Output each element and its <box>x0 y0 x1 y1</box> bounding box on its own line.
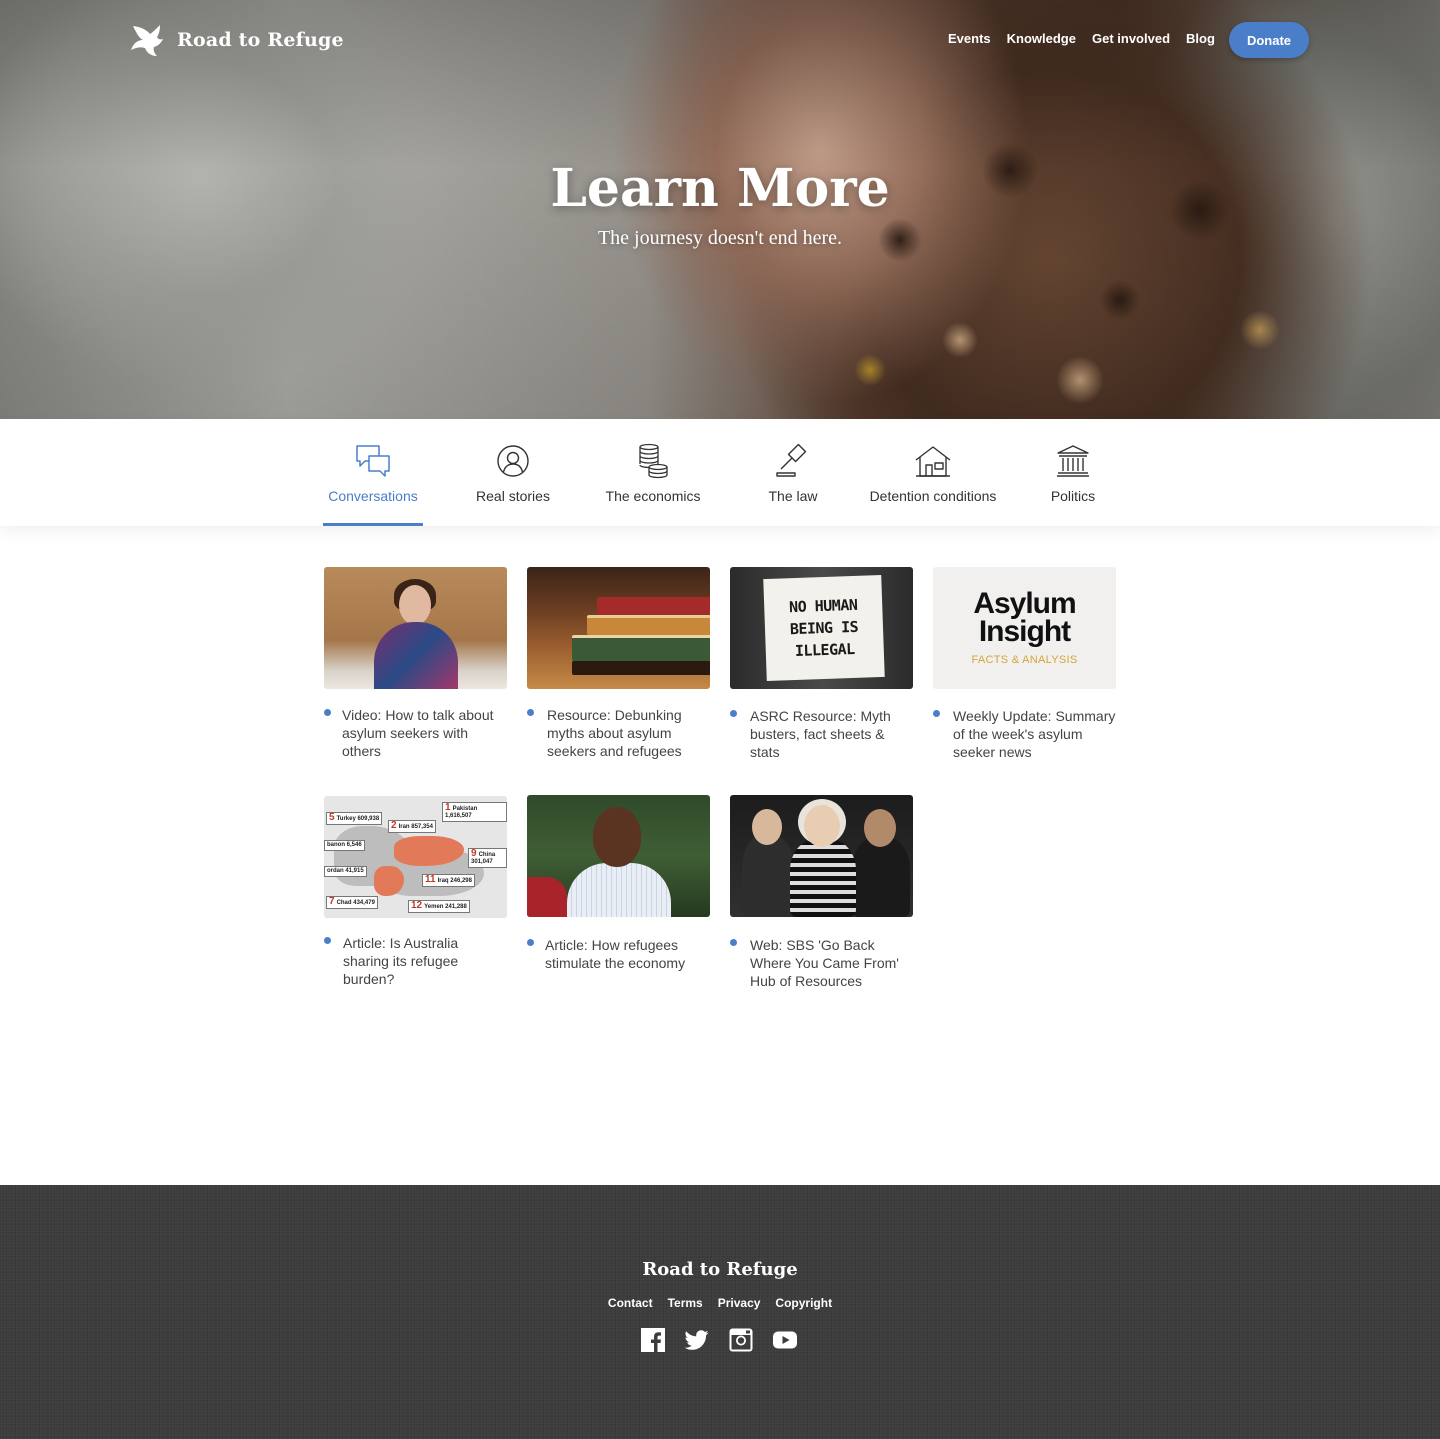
resource-card[interactable]: Article: How refugees stimulate the econ… <box>527 795 710 972</box>
footer-link-contact[interactable]: Contact <box>608 1296 653 1310</box>
tab-label: The law <box>768 488 818 504</box>
active-tab-indicator <box>323 523 423 526</box>
footer-links: Contact Terms Privacy Copyright <box>0 1296 1440 1310</box>
card-caption: Article: Is Australia sharing its refuge… <box>343 935 459 987</box>
facebook-icon[interactable] <box>641 1328 665 1352</box>
government-building-icon <box>1057 445 1089 477</box>
card-image <box>730 795 913 917</box>
card-image: 5 Turkey 609,938 2 Iran 857,354 1 Pakistan … <box>324 796 507 918</box>
hero-banner: Road to Refuge Events Knowledge Get invo… <box>0 0 1440 419</box>
card-image <box>527 795 710 917</box>
footer-link-privacy[interactable]: Privacy <box>718 1296 761 1310</box>
tab-label: Detention conditions <box>869 488 997 504</box>
card-image: NO HUMAN BEING IS ILLEGAL <box>730 567 913 689</box>
bullet-dot <box>730 939 737 946</box>
footer-title: Road to Refuge <box>642 1259 798 1280</box>
resource-card[interactable]: Resource: Debunking myths about asylum s… <box>527 567 710 760</box>
page-title: Learn More <box>550 158 890 219</box>
tab-label: Real stories <box>476 488 550 504</box>
card-caption: Web: SBS 'Go Back Where You Came From' H… <box>750 937 899 989</box>
card-caption: Video: How to talk about asylum seekers … <box>342 707 494 759</box>
nav-get-involved[interactable]: Get involved <box>1092 31 1170 46</box>
main-nav: Events Knowledge Get involved Blog <box>948 31 1215 46</box>
resource-card[interactable]: Asylum Insight FACTS & ANALYSIS Weekly U… <box>933 567 1116 761</box>
card-image: Asylum Insight FACTS & ANALYSIS <box>933 567 1116 689</box>
resource-card[interactable]: NO HUMAN BEING IS ILLEGAL ASRC Resource:… <box>730 567 913 761</box>
card-caption: Resource: Debunking myths about asylum s… <box>547 707 682 759</box>
asylum-insight-logo: Asylum <box>973 587 1076 620</box>
nav-blog[interactable]: Blog <box>1186 31 1215 46</box>
site-footer: Road to Refuge Contact Terms Privacy Cop… <box>0 1185 1440 1439</box>
nav-events[interactable]: Events <box>948 31 991 46</box>
tab-label: The economics <box>605 488 701 504</box>
tab-label: Conversations <box>328 488 418 504</box>
resource-card[interactable]: 5 Turkey 609,938 2 Iran 857,354 1 Pakistan … <box>324 796 507 988</box>
protest-sign: NO HUMAN BEING IS ILLEGAL <box>763 574 885 682</box>
tab-conversations[interactable]: Conversations <box>303 419 443 526</box>
footer-link-copyright[interactable]: Copyright <box>775 1296 832 1310</box>
bullet-dot <box>933 710 940 717</box>
donate-button[interactable]: Donate <box>1229 22 1309 58</box>
page-subtitle: The journesy doesn't end here. <box>597 227 843 249</box>
bullet-dot <box>730 710 737 717</box>
coins-icon <box>639 443 668 479</box>
site-logo[interactable]: Road to Refuge <box>127 20 344 60</box>
tab-politics[interactable]: Politics <box>1003 419 1143 526</box>
footer-link-terms[interactable]: Terms <box>668 1296 703 1310</box>
bullet-dot <box>324 937 331 944</box>
card-caption: ASRC Resource: Myth busters, fact sheets… <box>750 708 891 760</box>
category-tabs: Conversations Real stories The economics… <box>0 419 1440 526</box>
person-icon <box>497 445 529 477</box>
card-image <box>527 567 710 689</box>
social-links <box>641 1328 797 1352</box>
resource-card[interactable]: Video: How to talk about asylum seekers … <box>324 567 507 760</box>
tab-the-law[interactable]: The law <box>723 419 863 526</box>
card-caption: Article: How refugees stimulate the econ… <box>545 937 686 971</box>
house-icon <box>915 446 951 477</box>
logo-text: Road to Refuge <box>177 29 344 51</box>
nav-knowledge[interactable]: Knowledge <box>1007 31 1076 46</box>
tab-detention-conditions[interactable]: Detention conditions <box>863 419 1003 526</box>
twitter-icon[interactable] <box>684 1328 709 1352</box>
resource-card[interactable]: Web: SBS 'Go Back Where You Came From' H… <box>730 795 913 990</box>
dove-icon <box>131 25 163 56</box>
chat-bubbles-icon <box>356 445 390 477</box>
instagram-icon[interactable] <box>729 1328 753 1352</box>
bullet-dot <box>324 709 331 716</box>
card-caption: Weekly Update: Summary of the week's asy… <box>953 708 1116 760</box>
youtube-icon[interactable] <box>773 1328 797 1352</box>
gavel-icon <box>776 443 807 477</box>
tab-the-economics[interactable]: The economics <box>583 419 723 526</box>
bullet-dot <box>527 709 534 716</box>
card-image <box>324 567 507 689</box>
tab-real-stories[interactable]: Real stories <box>443 419 583 526</box>
tab-label: Politics <box>1050 488 1096 504</box>
bullet-dot <box>527 939 534 946</box>
